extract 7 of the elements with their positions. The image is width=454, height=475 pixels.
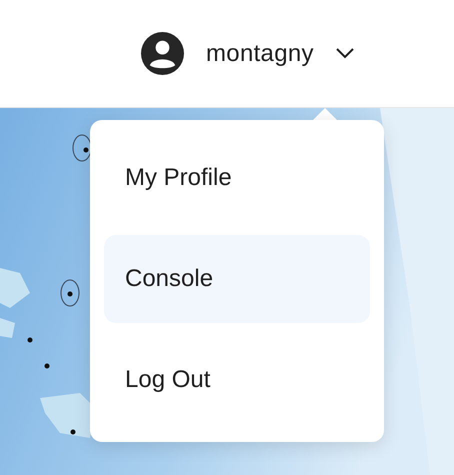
user-menu-button[interactable]: montagny (141, 32, 354, 75)
menu-item[interactable]: Log Out (104, 336, 370, 424)
menu-item[interactable]: Console (104, 235, 370, 323)
menu-item[interactable]: My Profile (104, 134, 370, 222)
user-avatar-icon (141, 32, 184, 75)
username: montagny (206, 40, 314, 68)
chevron-down-icon (336, 48, 354, 59)
